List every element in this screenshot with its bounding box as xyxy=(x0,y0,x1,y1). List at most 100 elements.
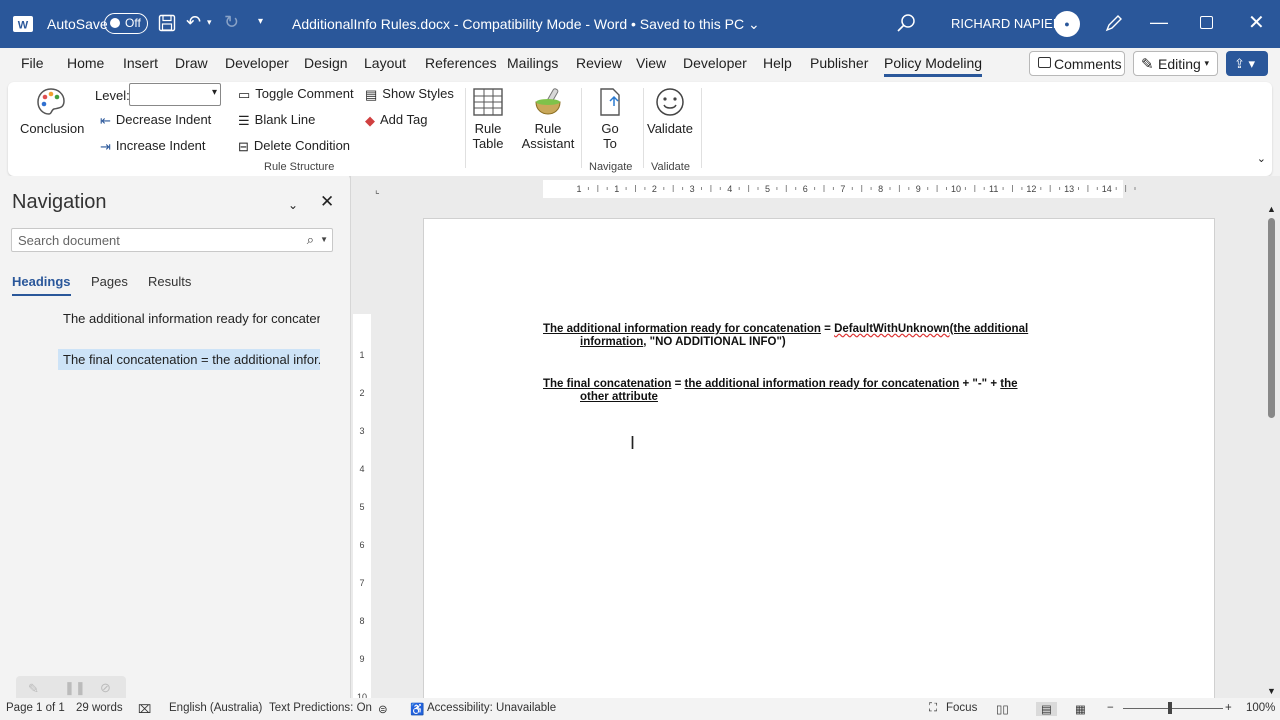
macro-icon[interactable]: ⊜ xyxy=(378,702,388,716)
text-predictions[interactable]: Text Predictions: On xyxy=(269,702,372,714)
tab-help[interactable]: Help xyxy=(763,55,792,71)
share-button[interactable]: ⇪ ▾ xyxy=(1226,51,1268,76)
tab-insert[interactable]: Insert xyxy=(123,55,158,71)
tab-developer[interactable]: Developer xyxy=(225,55,289,71)
tab-view[interactable]: View xyxy=(636,55,666,71)
validate-button[interactable]: Validate xyxy=(646,86,694,136)
editing-mode-button[interactable]: ✎ Editing ▾ xyxy=(1133,51,1218,76)
tab-developer-2[interactable]: Developer xyxy=(683,55,747,71)
ruler-number: 11 xyxy=(989,184,998,194)
customize-qat-icon[interactable]: ▾ xyxy=(258,16,263,27)
rule-2-line-1[interactable]: The final concatenation = the additional… xyxy=(543,378,1018,390)
rule-1-line-2[interactable]: information, "NO ADDITIONAL INFO") xyxy=(580,336,786,348)
autosave-toggle[interactable]: Off xyxy=(104,13,148,34)
chevron-down-icon[interactable]: ⌄ xyxy=(288,198,298,212)
vertical-scrollbar[interactable]: ▲ ▼ xyxy=(1266,204,1278,696)
page-count[interactable]: Page 1 of 1 xyxy=(6,702,65,714)
level-select[interactable] xyxy=(129,83,221,106)
read-mode-icon[interactable]: ▯▯ xyxy=(996,702,1009,716)
tab-design[interactable]: Design xyxy=(304,55,348,71)
document-page[interactable]: The additional information ready for con… xyxy=(423,218,1215,708)
show-styles-icon: ▤ xyxy=(365,86,378,102)
focus-label[interactable]: Focus xyxy=(946,702,977,714)
zoom-in-icon[interactable]: + xyxy=(1225,702,1232,714)
comments-button[interactable]: Comments xyxy=(1029,51,1125,76)
decrease-indent-button[interactable]: ⇤ Decrease Indent xyxy=(100,112,211,129)
toggle-comment-button[interactable]: ▭ Toggle Comment xyxy=(238,86,354,103)
ruler-number: 14 xyxy=(1102,184,1112,194)
undo-icon[interactable]: ↶ xyxy=(186,12,201,33)
accessibility-status[interactable]: Accessibility: Unavailable xyxy=(427,702,556,714)
user-name[interactable]: RICHARD NAPIER xyxy=(951,16,1062,31)
scroll-down-icon[interactable]: ▼ xyxy=(1267,686,1276,696)
focus-icon[interactable]: ⛶ xyxy=(929,702,937,715)
tab-layout[interactable]: Layout xyxy=(364,55,406,71)
web-layout-icon[interactable]: ▦ xyxy=(1075,702,1086,716)
horizontal-ruler[interactable]: ⌞ 1 1 2 3 4 5 6 7 8 9 10 11 12 13 14 xyxy=(375,180,1267,198)
blank-line-button[interactable]: ☰ Blank Line xyxy=(238,112,315,129)
zoom-out-icon[interactable]: − xyxy=(1107,702,1114,714)
tab-publisher[interactable]: Publisher xyxy=(810,55,868,71)
minimize-icon[interactable]: — xyxy=(1150,12,1168,33)
language[interactable]: English (Australia) xyxy=(169,702,262,714)
zoom-level[interactable]: 100% xyxy=(1246,702,1275,714)
search-options-icon[interactable]: ▼ xyxy=(320,235,328,244)
editing-label: Editing xyxy=(1158,56,1201,72)
tab-policy-modeling[interactable]: Policy Modeling xyxy=(884,55,983,77)
undo-dropdown-icon[interactable]: ▾ xyxy=(207,17,212,28)
show-styles-button[interactable]: ▤ Show Styles xyxy=(365,86,454,103)
accessibility-icon[interactable]: ♿ xyxy=(410,702,424,716)
avatar[interactable]: ● xyxy=(1054,11,1080,37)
save-icon[interactable] xyxy=(158,14,176,32)
tab-headings[interactable]: Headings xyxy=(12,274,71,296)
search-input[interactable]: Search document ⌕ ▼ xyxy=(11,228,333,252)
ribbon-collapse-icon[interactable]: ⌄ xyxy=(1257,152,1266,165)
search-icon[interactable] xyxy=(896,13,916,33)
document-title[interactable]: AdditionalInfo Rules.docx - Compatibilit… xyxy=(292,16,760,33)
designer-pen-icon[interactable] xyxy=(1104,13,1124,33)
edit-icon[interactable]: ✎ xyxy=(28,681,39,697)
heading-item[interactable]: The final concatenation = the additional… xyxy=(58,349,320,370)
tab-mailings[interactable]: Mailings xyxy=(507,55,558,71)
add-tag-label: Add Tag xyxy=(380,112,428,127)
proofing-icon[interactable]: ⌧ xyxy=(138,702,151,716)
tab-draw[interactable]: Draw xyxy=(175,55,208,71)
rule-assistant-label-2: Assistant xyxy=(521,136,575,151)
pause-icon[interactable]: ❚❚ xyxy=(64,680,86,696)
increase-indent-icon: ⇥ xyxy=(100,138,111,154)
ruler-number: 3 xyxy=(690,184,695,194)
close-icon[interactable]: ✕ xyxy=(1248,10,1265,35)
zoom-slider[interactable] xyxy=(1123,708,1223,709)
rule-1-line-1[interactable]: The additional information ready for con… xyxy=(543,323,1028,335)
search-icon[interactable]: ⌕ xyxy=(307,232,314,248)
scroll-up-icon[interactable]: ▲ xyxy=(1267,204,1276,214)
tab-home[interactable]: Home xyxy=(67,55,104,71)
tab-review[interactable]: Review xyxy=(576,55,622,71)
blank-line-label: Blank Line xyxy=(254,112,316,127)
print-layout-icon[interactable]: ▤ xyxy=(1036,702,1057,716)
go-to-button[interactable]: Go To xyxy=(590,86,630,151)
text-cursor-icon: I xyxy=(630,433,636,453)
mic-icon[interactable]: ⊘ xyxy=(100,680,111,696)
rule-assistant-button[interactable]: Rule Assistant xyxy=(518,86,578,151)
conclusion-button[interactable]: Conclusion xyxy=(20,86,84,136)
rule-table-button[interactable]: Rule Table xyxy=(470,86,506,151)
palette-icon xyxy=(37,88,65,115)
vertical-ruler[interactable]: 12345678910 xyxy=(353,208,371,698)
close-icon[interactable]: ✕ xyxy=(320,192,334,212)
tab-references[interactable]: References xyxy=(425,55,497,71)
increase-indent-button[interactable]: ⇥ Increase Indent xyxy=(100,138,206,155)
tab-file[interactable]: File xyxy=(21,55,44,71)
tab-results[interactable]: Results xyxy=(148,274,191,289)
tab-pages[interactable]: Pages xyxy=(91,274,128,289)
heading-item[interactable]: The additional information ready for con… xyxy=(58,308,320,329)
restore-icon[interactable] xyxy=(1200,16,1213,29)
zoom-slider-thumb[interactable] xyxy=(1168,702,1172,714)
add-tag-button[interactable]: ◆ Add Tag xyxy=(365,112,427,129)
show-styles-label: Show Styles xyxy=(382,86,454,101)
delete-condition-button[interactable]: ⊟ Delete Condition xyxy=(238,138,350,155)
scrollbar-thumb[interactable] xyxy=(1268,218,1275,418)
redo-icon[interactable]: ↻ xyxy=(224,12,239,33)
rule-2-line-2[interactable]: other attribute xyxy=(580,391,658,403)
word-count[interactable]: 29 words xyxy=(76,702,123,714)
